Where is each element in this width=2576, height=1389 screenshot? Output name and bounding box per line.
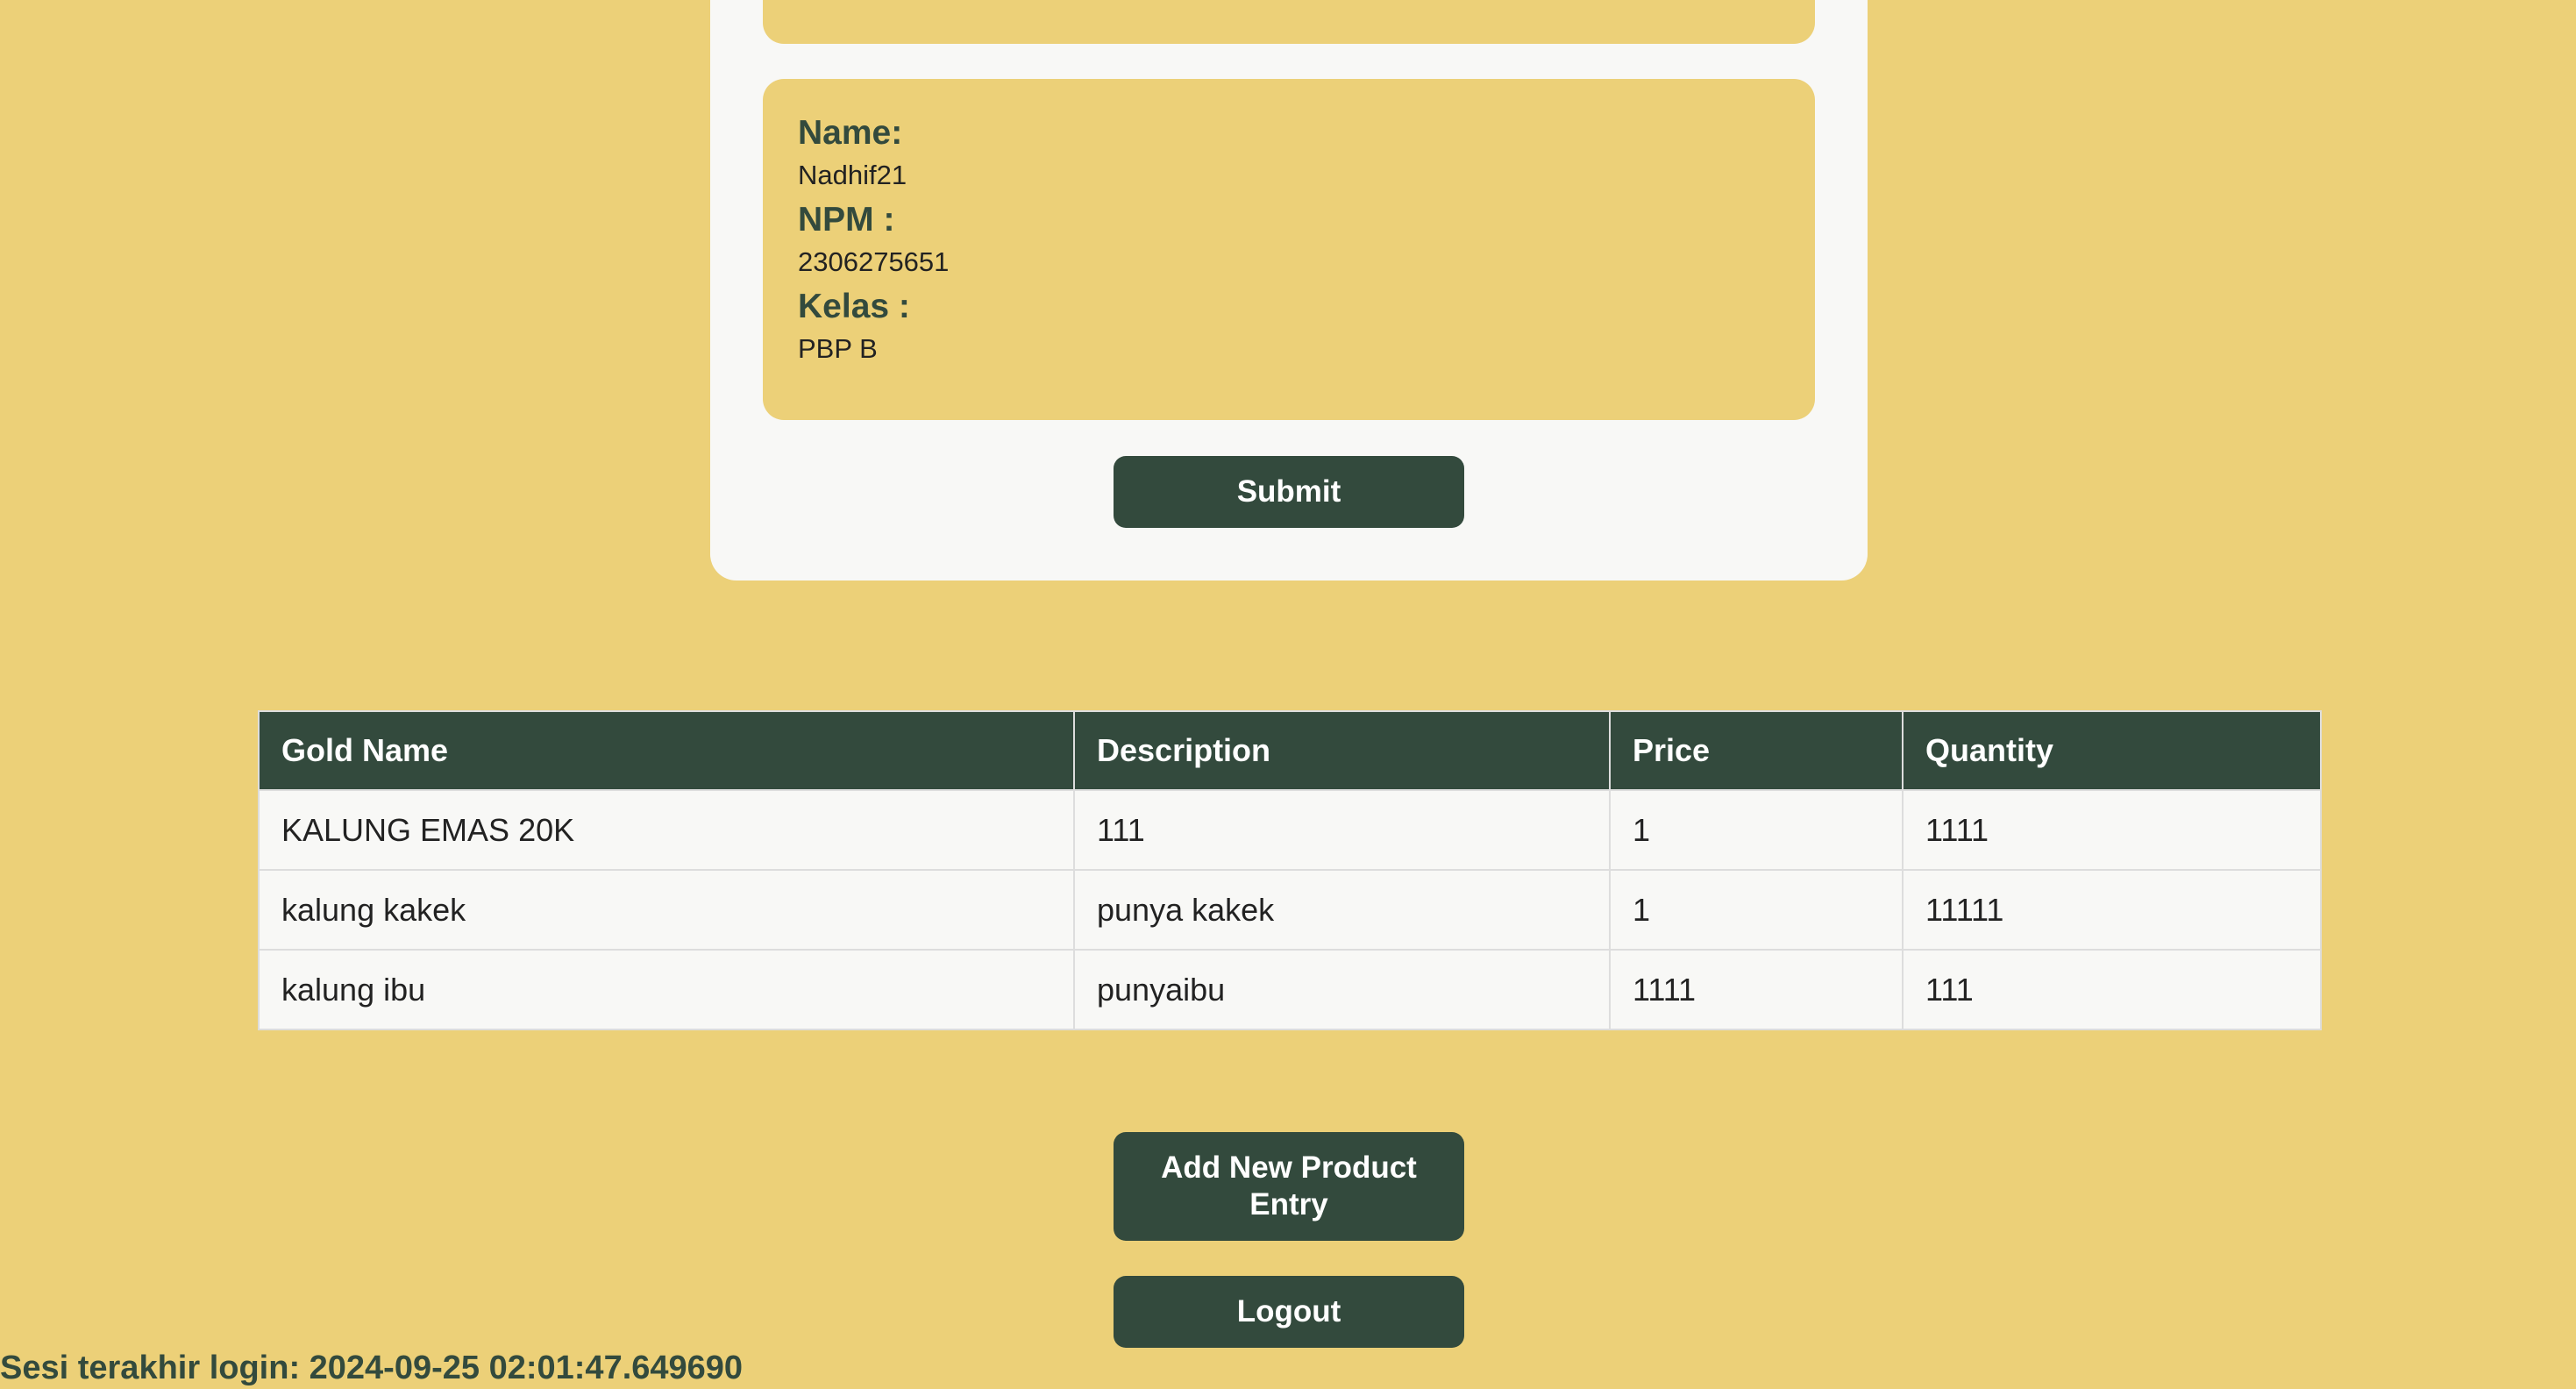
submit-button[interactable]: Submit xyxy=(1114,456,1464,528)
name-value: Nadhif21 xyxy=(798,160,907,190)
logout-button[interactable]: Logout xyxy=(1114,1276,1464,1348)
cell-gold-name: kalung kakek xyxy=(258,869,1075,951)
header-price: Price xyxy=(1609,710,1904,791)
cell-description: 111 xyxy=(1073,789,1611,871)
header-description: Description xyxy=(1073,710,1611,791)
product-table-container: Gold Name Description Price Quantity KAL… xyxy=(258,710,2322,1030)
table-header-row: Gold Name Description Price Quantity xyxy=(258,710,2322,791)
kelas-label: Kelas : xyxy=(798,288,910,325)
npm-label: NPM : xyxy=(798,201,895,239)
cell-quantity: 111 xyxy=(1902,949,2322,1030)
table-row: kalung kakek punya kakek 1 11111 xyxy=(258,869,2322,951)
table-row: kalung ibu punyaibu 1111 111 xyxy=(258,949,2322,1030)
cell-gold-name: kalung ibu xyxy=(258,949,1075,1030)
cell-price: 1 xyxy=(1609,869,1904,951)
profile-card: Name: Nadhif21 NPM : 2306275651 Kelas : … xyxy=(710,0,1868,581)
profile-info: Name: Nadhif21 NPM : 2306275651 Kelas : … xyxy=(798,112,949,373)
header-quantity: Quantity xyxy=(1902,710,2322,791)
cell-description: punya kakek xyxy=(1073,869,1611,951)
name-label: Name: xyxy=(798,114,903,152)
cell-quantity: 1111 xyxy=(1902,789,2322,871)
add-product-button[interactable]: Add New Product Entry xyxy=(1114,1132,1464,1241)
npm-value: 2306275651 xyxy=(798,246,950,277)
cell-price: 1 xyxy=(1609,789,1904,871)
table-row: KALUNG EMAS 20K 111 1 1111 xyxy=(258,789,2322,871)
cell-price: 1111 xyxy=(1609,949,1904,1030)
product-table: Gold Name Description Price Quantity KAL… xyxy=(258,710,2322,1030)
kelas-value: PBP B xyxy=(798,333,878,364)
cell-gold-name: KALUNG EMAS 20K xyxy=(258,789,1075,871)
cell-quantity: 11111 xyxy=(1902,869,2322,951)
cell-description: punyaibu xyxy=(1073,949,1611,1030)
header-gold-name: Gold Name xyxy=(258,710,1075,791)
profile-info-box: Name: Nadhif21 NPM : 2306275651 Kelas : … xyxy=(763,79,1815,420)
last-login-text: Sesi terakhir login: 2024-09-25 02:01:47… xyxy=(0,1350,744,1386)
previous-field-box xyxy=(763,0,1815,44)
